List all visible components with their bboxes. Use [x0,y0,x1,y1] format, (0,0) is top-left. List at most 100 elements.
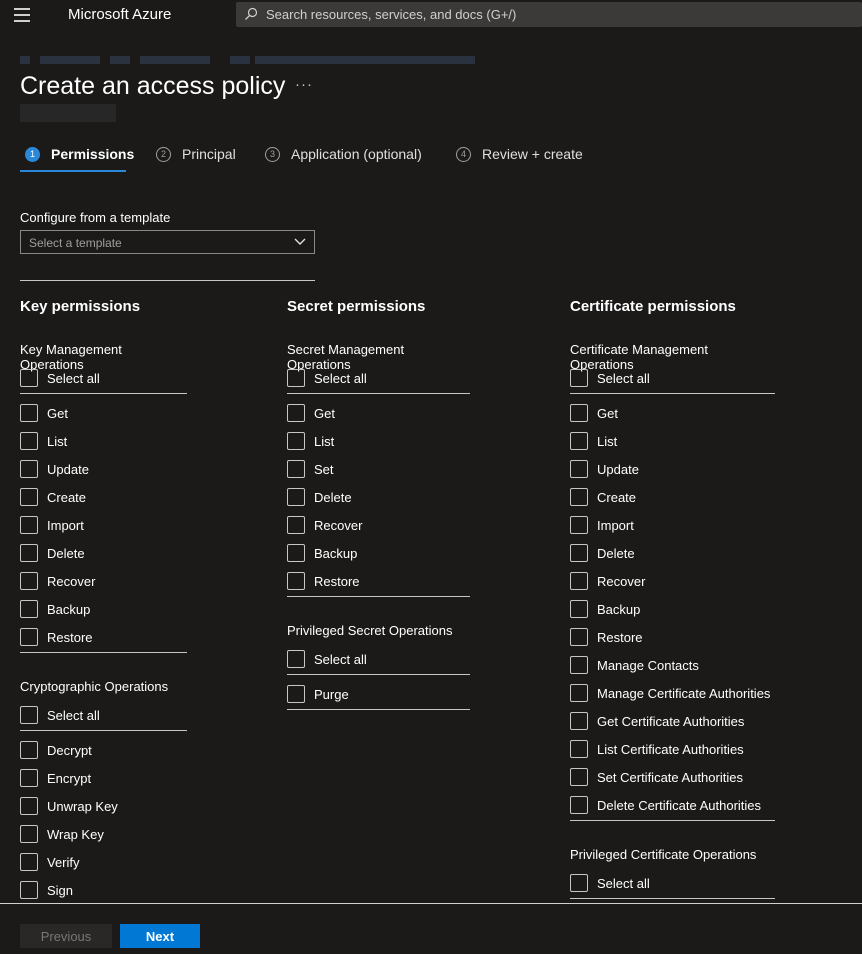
checkbox[interactable] [570,600,588,618]
step-principal[interactable]: 2 Principal [156,145,236,163]
key-mgmt-option-create[interactable]: Create [20,483,187,511]
checkbox[interactable] [287,432,305,450]
checkbox[interactable] [570,628,588,646]
checkbox[interactable] [570,460,588,478]
cert-mgmt-option-restore[interactable]: Restore [570,623,775,651]
cert-mgmt-option-set-certificate-authorities[interactable]: Set Certificate Authorities [570,763,775,791]
key-mgmt-option-list[interactable]: List [20,427,187,455]
cert-mgmt-option-update[interactable]: Update [570,455,775,483]
checkbox[interactable] [20,544,38,562]
key-crypto-option-verify[interactable]: Verify [20,848,187,876]
step-permissions[interactable]: 1 Permissions [25,145,134,163]
key-mgmt-option-get[interactable]: Get [20,399,187,427]
more-options-button[interactable]: ··· [295,76,313,93]
breadcrumb[interactable] [20,56,475,64]
template-dropdown[interactable]: Select a template [20,230,315,254]
checkbox[interactable] [570,488,588,506]
cert-mgmt-option-get[interactable]: Get [570,399,775,427]
secret-management-select-all[interactable]: Select all [287,364,470,392]
checkbox[interactable] [570,656,588,674]
checkbox[interactable] [570,404,588,422]
checkbox[interactable] [570,740,588,758]
key-management-select-all[interactable]: Select all [20,364,187,392]
checkbox[interactable] [287,516,305,534]
search-input[interactable]: Search resources, services, and docs (G+… [236,2,862,27]
step-review-create[interactable]: 4 Review + create [456,145,583,163]
checkbox[interactable] [20,600,38,618]
cert-mgmt-option-delete[interactable]: Delete [570,539,775,567]
checkbox[interactable] [20,369,38,387]
key-crypto-option-unwrap-key[interactable]: Unwrap Key [20,792,187,820]
key-crypto-option-sign[interactable]: Sign [20,876,187,904]
checkbox[interactable] [287,572,305,590]
secret-mgmt-option-delete[interactable]: Delete [287,483,470,511]
key-crypto-option-decrypt[interactable]: Decrypt [20,736,187,764]
key-mgmt-option-delete[interactable]: Delete [20,539,187,567]
cert-mgmt-option-import[interactable]: Import [570,511,775,539]
cert-mgmt-option-manage-certificate-authorities[interactable]: Manage Certificate Authorities [570,679,775,707]
checkbox[interactable] [20,572,38,590]
checkbox[interactable] [570,369,588,387]
secret-mgmt-option-recover[interactable]: Recover [287,511,470,539]
key-mgmt-option-restore[interactable]: Restore [20,623,187,651]
checkbox[interactable] [570,768,588,786]
certificate-management-select-all[interactable]: Select all [570,364,775,392]
checkbox[interactable] [20,797,38,815]
checkbox[interactable] [20,432,38,450]
checkbox[interactable] [570,796,588,814]
checkbox[interactable] [20,881,38,899]
cert-mgmt-option-delete-certificate-authorities[interactable]: Delete Certificate Authorities [570,791,775,819]
checkbox[interactable] [570,874,588,892]
key-mgmt-option-backup[interactable]: Backup [20,595,187,623]
checkbox[interactable] [20,404,38,422]
checkbox[interactable] [570,572,588,590]
checkbox[interactable] [20,853,38,871]
checkbox[interactable] [570,432,588,450]
key-mgmt-option-update[interactable]: Update [20,455,187,483]
secret-mgmt-option-restore[interactable]: Restore [287,567,470,595]
previous-button[interactable]: Previous [20,924,112,948]
checkbox[interactable] [570,516,588,534]
checkbox[interactable] [570,712,588,730]
cert-mgmt-option-backup[interactable]: Backup [570,595,775,623]
checkbox[interactable] [20,488,38,506]
checkbox[interactable] [570,544,588,562]
checkbox[interactable] [20,769,38,787]
checkbox[interactable] [20,628,38,646]
secret-mgmt-option-set[interactable]: Set [287,455,470,483]
cert-mgmt-option-recover[interactable]: Recover [570,567,775,595]
checkbox[interactable] [20,825,38,843]
checkbox[interactable] [570,684,588,702]
cert-mgmt-option-get-certificate-authorities[interactable]: Get Certificate Authorities [570,707,775,735]
cert-mgmt-option-create[interactable]: Create [570,483,775,511]
menu-icon[interactable] [14,8,32,22]
checkbox[interactable] [287,460,305,478]
cert-mgmt-option-list-certificate-authorities[interactable]: List Certificate Authorities [570,735,775,763]
step-application[interactable]: 3 Application (optional) [265,145,422,163]
checkbox[interactable] [20,460,38,478]
checkbox[interactable] [20,706,38,724]
key-crypto-option-encrypt[interactable]: Encrypt [20,764,187,792]
brand-title[interactable]: Microsoft Azure [68,6,171,23]
checkbox[interactable] [287,369,305,387]
secret-mgmt-option-get[interactable]: Get [287,399,470,427]
secret-privileged-select-all[interactable]: Select all [287,645,470,673]
checkbox[interactable] [287,544,305,562]
secret-mgmt-option-backup[interactable]: Backup [287,539,470,567]
key-mgmt-option-import[interactable]: Import [20,511,187,539]
certificate-privileged-select-all[interactable]: Select all [570,869,775,897]
next-button[interactable]: Next [120,924,200,948]
crypto-select-all[interactable]: Select all [20,701,187,729]
cert-mgmt-option-list[interactable]: List [570,427,775,455]
secret-priv-option-purge[interactable]: Purge [287,680,470,708]
checkbox[interactable] [20,741,38,759]
secret-mgmt-option-list[interactable]: List [287,427,470,455]
key-crypto-option-wrap-key[interactable]: Wrap Key [20,820,187,848]
checkbox[interactable] [287,685,305,703]
checkbox[interactable] [287,650,305,668]
checkbox[interactable] [20,516,38,534]
checkbox[interactable] [287,404,305,422]
key-mgmt-option-recover[interactable]: Recover [20,567,187,595]
checkbox[interactable] [287,488,305,506]
cert-mgmt-option-manage-contacts[interactable]: Manage Contacts [570,651,775,679]
